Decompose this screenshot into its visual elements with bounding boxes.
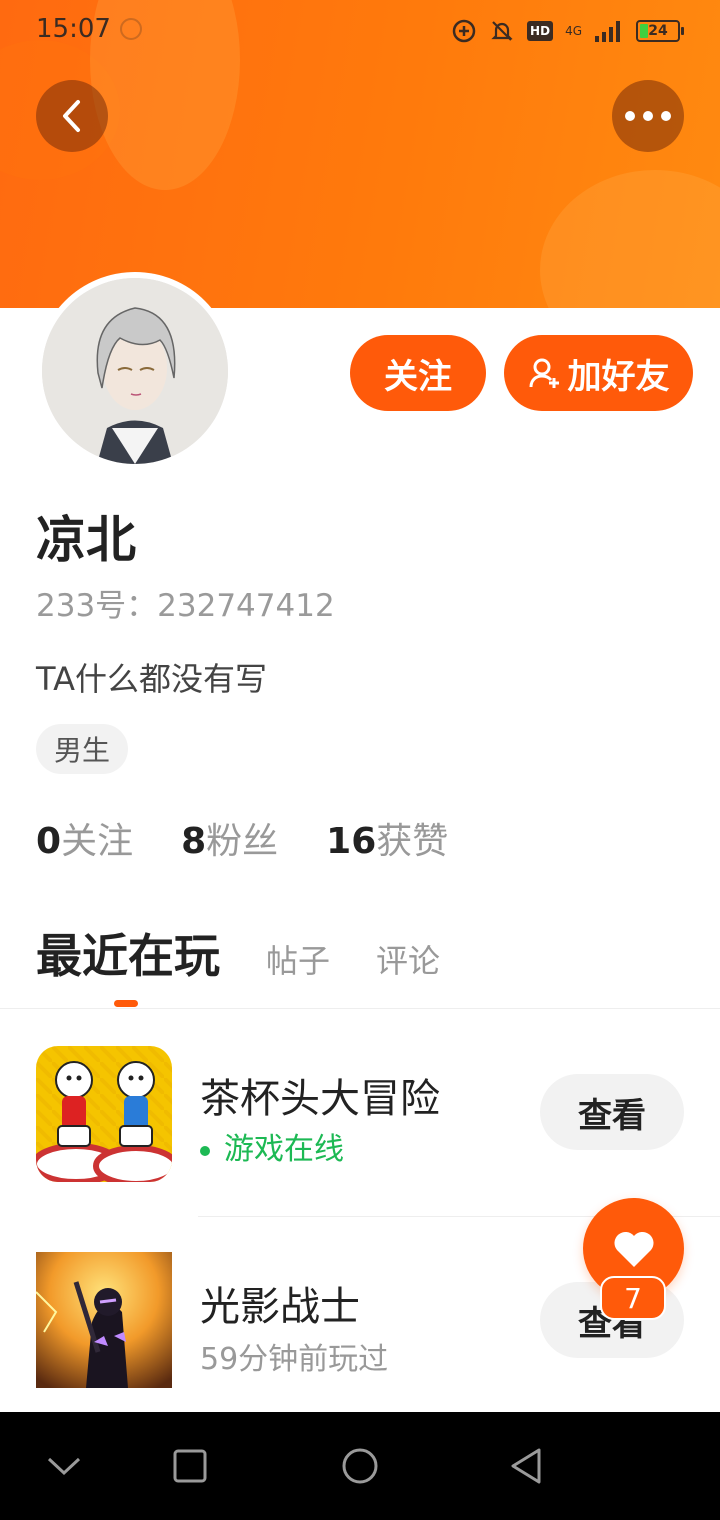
user-bio: TA什么都没有写 bbox=[36, 660, 267, 698]
more-button[interactable] bbox=[612, 80, 684, 152]
avatar[interactable] bbox=[36, 272, 234, 470]
profile-stats: 0 关注 8 粉丝 16 获赞 bbox=[36, 812, 448, 864]
game-icon-shadow-fighter bbox=[36, 1252, 172, 1388]
status-time: 15:07 bbox=[36, 14, 111, 44]
user-id: 233号：232747412 bbox=[36, 588, 335, 624]
online-dot-icon bbox=[200, 1145, 210, 1156]
chevron-left-icon bbox=[63, 100, 80, 132]
game-status: 59分钟前玩过 bbox=[200, 1342, 389, 1377]
battery-level: 24 bbox=[648, 23, 668, 39]
tab-posts[interactable]: 帖子 bbox=[266, 936, 330, 982]
view-button[interactable]: 查看 bbox=[540, 1074, 684, 1150]
notification-icon bbox=[120, 18, 142, 40]
system-nav-bar bbox=[0, 1412, 720, 1520]
stat-likes-count: 16 bbox=[326, 821, 377, 862]
stat-likes[interactable]: 16 获赞 bbox=[326, 812, 448, 864]
game-title: 光影战士 bbox=[200, 1284, 360, 1330]
profile-screen: 15:07 HD 4G 24 关注 加好友 凉北 233号：232747412 … bbox=[0, 0, 720, 1520]
triangle-back-icon bbox=[511, 1448, 541, 1484]
chevron-down-icon bbox=[47, 1457, 81, 1476]
follow-button[interactable]: 关注 bbox=[350, 335, 486, 411]
tab-comments[interactable]: 评论 bbox=[376, 936, 440, 982]
network-type: 4G bbox=[565, 24, 582, 38]
user-name: 凉北 bbox=[36, 511, 136, 569]
status-bar: 15:07 HD 4G 24 bbox=[0, 0, 720, 62]
data-saver-icon bbox=[452, 19, 476, 43]
list-item-game[interactable]: 茶杯头大冒险 游戏在线 查看 bbox=[0, 1046, 720, 1226]
circle-icon bbox=[342, 1448, 378, 1484]
game-title: 茶杯头大冒险 bbox=[200, 1076, 440, 1122]
game-status-text: 游戏在线 bbox=[224, 1132, 344, 1167]
nav-collapse-button[interactable] bbox=[34, 1436, 94, 1496]
status-icons: HD 4G 24 bbox=[451, 16, 684, 46]
tab-recent-playing[interactable]: 最近在玩 bbox=[36, 920, 220, 986]
nav-home-button[interactable] bbox=[330, 1436, 390, 1496]
like-count-badge: 7 bbox=[600, 1276, 666, 1320]
stat-following-label: 关注 bbox=[61, 821, 134, 862]
tab-indicator bbox=[114, 1000, 138, 1007]
add-user-icon bbox=[529, 358, 559, 388]
mute-bell-icon bbox=[491, 21, 513, 41]
signal-icon bbox=[595, 21, 620, 42]
add-friend-label: 加好友 bbox=[567, 356, 670, 397]
add-friend-button[interactable]: 加好友 bbox=[504, 335, 693, 411]
nav-back-button[interactable] bbox=[496, 1436, 556, 1496]
stat-fans[interactable]: 8 粉丝 bbox=[181, 812, 278, 864]
gender-tag: 男生 bbox=[36, 724, 129, 774]
stat-fans-label: 粉丝 bbox=[206, 821, 279, 862]
back-button[interactable] bbox=[36, 80, 108, 152]
heart-icon bbox=[613, 1231, 654, 1267]
tab-divider bbox=[0, 1008, 720, 1009]
stat-following[interactable]: 0 关注 bbox=[36, 812, 133, 864]
battery-icon: 24 bbox=[636, 20, 684, 42]
stat-fans-count: 8 bbox=[181, 821, 207, 862]
tab-bar: 最近在玩 帖子 评论 bbox=[36, 920, 440, 986]
stat-likes-label: 获赞 bbox=[376, 821, 449, 862]
nav-recents-button[interactable] bbox=[160, 1436, 220, 1496]
avatar-image bbox=[42, 278, 228, 464]
square-icon bbox=[173, 1449, 207, 1483]
game-status: 游戏在线 bbox=[200, 1124, 344, 1168]
game-icon-cuphead bbox=[36, 1046, 172, 1182]
more-dots-icon bbox=[625, 111, 671, 121]
hd-icon: HD bbox=[527, 21, 554, 41]
stat-following-count: 0 bbox=[36, 821, 62, 862]
